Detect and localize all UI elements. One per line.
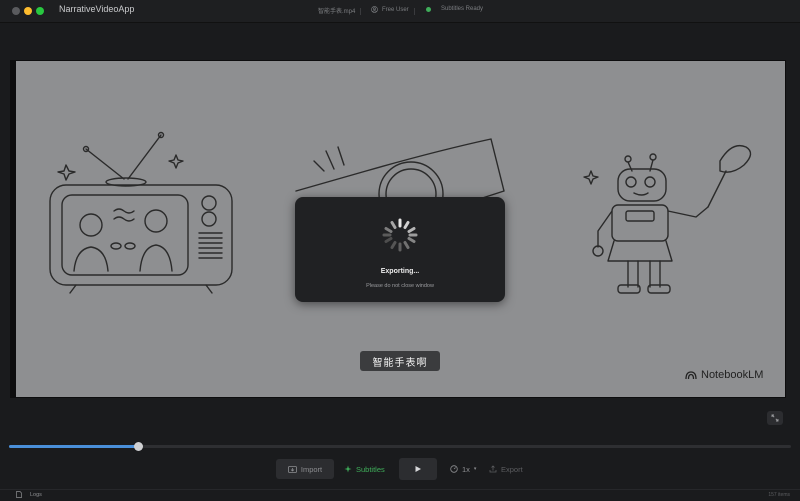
import-button[interactable]: Import xyxy=(276,459,334,479)
import-icon xyxy=(287,465,297,473)
user-label: Free User xyxy=(382,6,409,13)
fullscreen-button[interactable] xyxy=(767,411,783,425)
status-bar: Logs 157 items xyxy=(0,489,800,501)
import-label: Import xyxy=(300,464,323,474)
subtitles-icon xyxy=(344,465,352,473)
subtitles-label: Subtitles xyxy=(356,464,385,474)
logs-icon xyxy=(16,491,22,498)
user-icon xyxy=(371,6,378,13)
playback-timeline[interactable] xyxy=(9,442,791,451)
play-icon xyxy=(415,466,421,472)
watermark-text: NotebookLM xyxy=(701,369,764,381)
window-close-button[interactable] xyxy=(12,7,20,15)
export-icon xyxy=(489,465,497,473)
speed-label: 1x xyxy=(462,464,470,474)
notebooklm-icon xyxy=(685,370,697,379)
export-modal: Exporting... Please do not close window xyxy=(295,197,505,302)
subtitles-status-label: Subtitles Ready xyxy=(441,6,484,12)
play-button[interactable] xyxy=(399,458,437,480)
app-title: NarrativeVideoApp xyxy=(59,4,135,14)
logs-label: Logs xyxy=(30,491,42,498)
timeline-progress xyxy=(9,445,139,448)
export-label: Export xyxy=(501,464,523,474)
logs-button[interactable]: Logs xyxy=(16,491,42,498)
playback-speed-button[interactable]: 1x ▾ xyxy=(450,459,480,479)
chevron-down-icon: ▾ xyxy=(473,466,477,472)
divider xyxy=(360,8,361,15)
divider xyxy=(414,8,415,15)
title-bar: NarrativeVideoApp 智能手表.mp4 Free User Sub… xyxy=(0,0,800,23)
fullscreen-icon xyxy=(771,414,779,422)
file-name: 智能手表.mp4 xyxy=(318,9,356,15)
subtitles-button[interactable]: Subtitles xyxy=(344,459,390,479)
subtitle-overlay: 智能手表啊 xyxy=(360,351,440,371)
window-maximize-button[interactable] xyxy=(36,7,44,15)
status-dot-icon xyxy=(426,6,431,12)
speed-icon xyxy=(450,465,458,473)
footer-info: 157 items xyxy=(768,492,790,498)
notebooklm-watermark: NotebookLM xyxy=(685,369,763,381)
timeline-scrubber[interactable] xyxy=(134,442,144,451)
window-minimize-button[interactable] xyxy=(24,7,32,15)
loading-spinner-icon xyxy=(382,218,418,252)
export-title: Exporting... xyxy=(380,268,420,275)
user-status[interactable]: Free User xyxy=(371,6,409,13)
subtitles-status: Subtitles Ready xyxy=(426,6,483,12)
export-subtitle: Please do not close window xyxy=(366,283,434,289)
export-button[interactable]: Export xyxy=(489,459,527,479)
